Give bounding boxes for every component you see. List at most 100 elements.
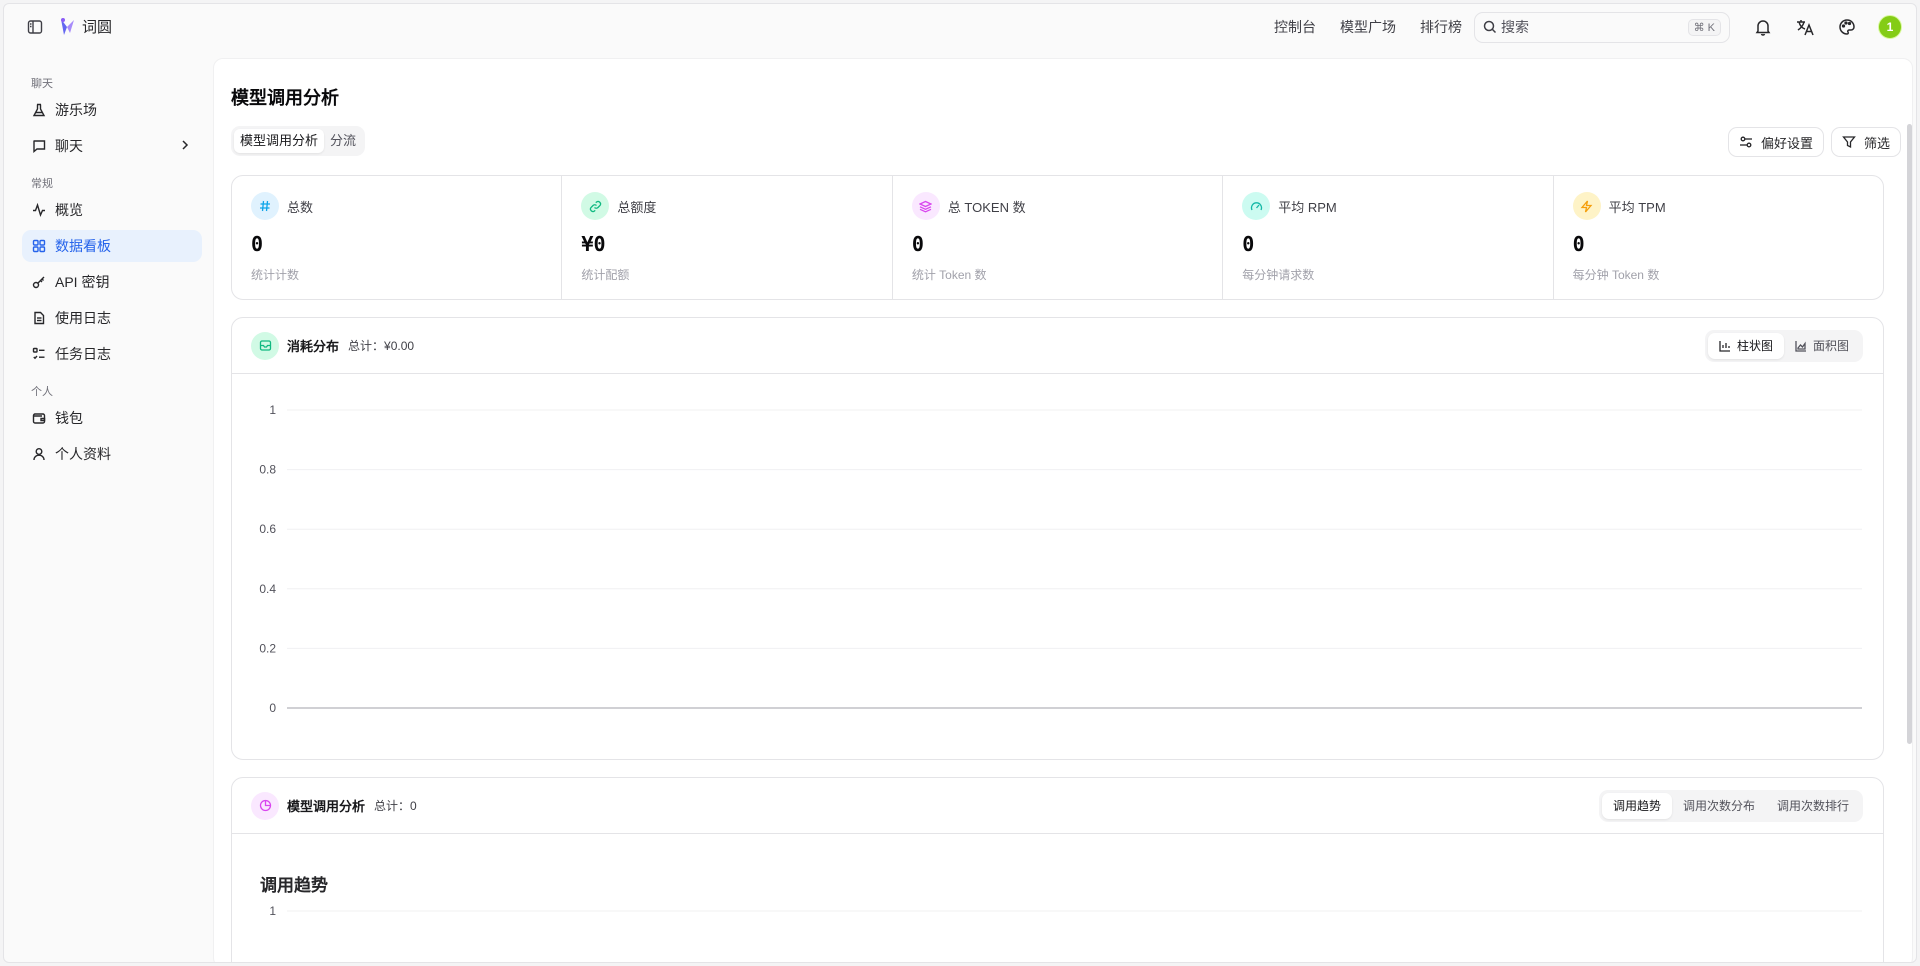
consumption-total-value: ¥0.00 [384, 338, 415, 353]
sidebar-item-label: 任务日志 [55, 346, 111, 362]
stat-label: 平均 RPM [1278, 199, 1337, 215]
sidebar-item-profile[interactable]: 个人资料 [22, 438, 202, 470]
sidebar-item-api-keys[interactable]: API 密钥 [22, 266, 202, 298]
sidebar-item-chat[interactable]: 聊天 [22, 130, 202, 162]
stats-panel: 总数 0 统计计数 总额度 ¥0 统计配额 总 TOKEN 数 0 统计 Tok… [231, 175, 1884, 300]
sidebar-item-label: API 密钥 [55, 274, 110, 290]
main-content: 模型调用分析 模型调用分析 分流 偏好设置 筛选 总数 0 统计计数 总额度 ¥… [213, 58, 1913, 962]
sidebar-toggle-icon[interactable] [26, 18, 44, 36]
sidebar-section-personal: 个人 [31, 386, 53, 398]
inbox-icon [251, 331, 279, 360]
call-trend-chart: 1 [232, 900, 1883, 962]
sidebar-item-label: 聊天 [55, 138, 83, 154]
activity-icon [31, 202, 47, 218]
page-tabs: 模型调用分析 分流 [231, 126, 366, 156]
y-tick-label: 0 [269, 701, 276, 715]
stat-value: 0 [911, 232, 924, 256]
palette-icon[interactable] [1836, 16, 1858, 38]
tab-model-analysis[interactable]: 模型调用分析 [234, 129, 325, 153]
sidebar-item-label: 数据看板 [55, 238, 111, 254]
stat-avg-rpm: 平均 RPM 0 每分钟请求数 [1223, 176, 1554, 299]
nav-leaderboard[interactable]: 排行榜 [1420, 17, 1462, 37]
dashboard-icon [31, 238, 47, 254]
flask-icon [31, 102, 47, 118]
sidebar-section-general: 常规 [31, 178, 53, 190]
app-logo[interactable]: 词圆 [58, 16, 112, 37]
key-icon [31, 274, 47, 290]
stat-label: 总额度 [617, 199, 657, 215]
sidebar-item-dashboard[interactable]: 数据看板 [22, 230, 202, 262]
stat-label: 平均 TPM [1608, 199, 1666, 215]
y-tick-label: 0.6 [259, 522, 276, 536]
tab-call-distribution[interactable]: 调用次数分布 [1672, 793, 1766, 819]
translate-icon[interactable] [1794, 16, 1816, 38]
model-analysis-total-value: 0 [410, 798, 417, 813]
avatar[interactable]: 1 [1878, 15, 1902, 39]
model-analysis-card: 模型调用分析 总计： 0 调用趋势 调用次数分布 调用次数排行 调用趋势 1 [231, 777, 1884, 962]
consumption-total-label: 总计： [348, 339, 385, 353]
sidebar-item-usage-logs[interactable]: 使用日志 [22, 302, 202, 334]
stat-total-count: 总数 0 统计计数 [232, 176, 563, 299]
sidebar-item-label: 使用日志 [55, 310, 111, 326]
consumption-card: 消耗分布 总计： ¥0.00 柱状图 面积图 1 0.8 0.6 0.4 0.2 0 [231, 317, 1884, 760]
sidebar-section-chat: 聊天 [31, 78, 53, 90]
stat-label: 总数 [287, 199, 314, 215]
sidebar-item-wallet[interactable]: 钱包 [22, 402, 202, 434]
stat-subtitle: 统计计数 [251, 268, 300, 282]
stat-avg-tpm: 平均 TPM 0 每分钟 Token 数 [1554, 176, 1883, 299]
search-placeholder: 搜索 [1501, 19, 1529, 35]
stat-value: 0 [1242, 232, 1255, 256]
filter-button[interactable]: 筛选 [1830, 127, 1901, 157]
consumption-view-toggle: 柱状图 面积图 [1704, 330, 1863, 362]
y-tick-label: 0.8 [259, 463, 276, 477]
search-input[interactable]: 搜索 ⌘ K [1474, 11, 1730, 43]
sidebar-item-label: 概览 [55, 202, 83, 218]
y-tick-label: 1 [269, 904, 276, 918]
sidebar-item-label: 钱包 [55, 410, 83, 426]
stat-total-tokens: 总 TOKEN 数 0 统计 Token 数 [893, 176, 1224, 299]
stat-total-quota: 总额度 ¥0 统计配额 [562, 176, 893, 299]
sidebar-item-task-logs[interactable]: 任务日志 [22, 338, 202, 370]
stat-value: 0 [251, 232, 264, 256]
hash-icon [251, 192, 279, 220]
app-window: 词圆 控制台 模型广场 排行榜 搜索 ⌘ K 1 聊天 游乐场 聊天 常规 概览… [3, 3, 1917, 963]
bar-chart-button[interactable]: 柱状图 [1707, 333, 1784, 359]
nav-model-square[interactable]: 模型广场 [1340, 17, 1396, 37]
stat-value: ¥0 [581, 232, 606, 256]
filter-icon [1842, 135, 1856, 149]
model-analysis-total-label: 总计： [374, 799, 411, 813]
sidebar-item-playground[interactable]: 游乐场 [22, 94, 202, 126]
zap-icon [1572, 192, 1601, 220]
sidebar-item-label: 个人资料 [55, 446, 111, 462]
chat-icon [31, 138, 47, 154]
logo-icon [61, 17, 74, 35]
stat-value: 0 [1572, 232, 1585, 256]
call-trend-chart-svg: 1 [269, 904, 1862, 918]
user-icon [31, 446, 47, 462]
stat-label: 总 TOKEN 数 [947, 199, 1026, 215]
preferences-label: 偏好设置 [1760, 135, 1813, 151]
sidebar-item-overview[interactable]: 概览 [22, 194, 202, 226]
model-analysis-title: 模型调用分析 [287, 799, 366, 814]
sliders-icon [1739, 135, 1753, 149]
filter-label: 筛选 [1863, 135, 1890, 151]
sidebar: 聊天 游乐场 聊天 常规 概览 数据看板 API 密钥 使用日志 任务日志 个人… [22, 74, 202, 474]
scrollbar[interactable] [1907, 124, 1912, 744]
list-check-icon [31, 346, 47, 362]
tab-routing[interactable]: 分流 [324, 129, 362, 153]
stat-subtitle: 每分钟请求数 [1242, 268, 1315, 282]
gauge-icon [1242, 192, 1271, 220]
tab-call-trend[interactable]: 调用趋势 [1601, 793, 1672, 819]
preferences-button[interactable]: 偏好设置 [1727, 127, 1824, 157]
area-chart-label: 面积图 [1812, 339, 1849, 353]
area-chart-button[interactable]: 面积图 [1784, 333, 1860, 359]
search-icon [1483, 20, 1497, 34]
nav-console[interactable]: 控制台 [1274, 17, 1316, 37]
bell-icon[interactable] [1752, 16, 1774, 38]
app-name: 词圆 [82, 19, 113, 36]
stat-subtitle: 统计配额 [581, 268, 630, 282]
area-chart-icon [1795, 340, 1807, 352]
y-tick-label: 0.4 [259, 582, 276, 596]
tab-call-ranking[interactable]: 调用次数排行 [1766, 793, 1860, 819]
search-shortcut: ⌘ K [1687, 18, 1721, 36]
